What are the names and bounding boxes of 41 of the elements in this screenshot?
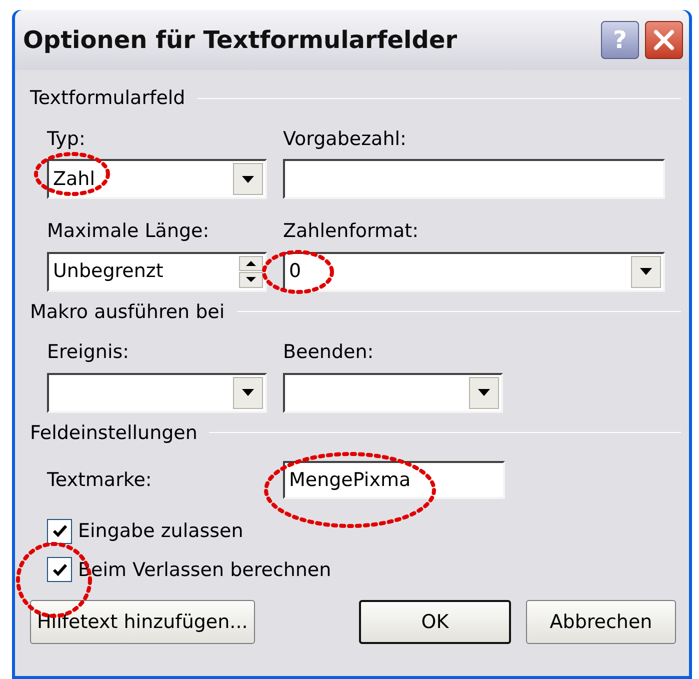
spin-up-button[interactable] xyxy=(239,256,263,271)
dropdown-button[interactable] xyxy=(233,163,263,195)
caret-down-icon xyxy=(242,176,254,182)
check-icon xyxy=(52,562,68,577)
caret-up-icon xyxy=(246,260,256,266)
check-icon xyxy=(52,524,68,538)
dropdown-button[interactable] xyxy=(233,376,263,408)
caret-down-icon xyxy=(242,389,254,396)
dialog-button[interactable]: Abbrechen xyxy=(526,600,676,644)
field-label: Maximale Länge: xyxy=(47,219,210,244)
spin-down-button[interactable] xyxy=(239,272,263,288)
text-field[interactable]: MengePixma xyxy=(283,461,505,499)
close-icon xyxy=(653,29,675,51)
field-label: Typ: xyxy=(47,126,86,152)
text-field[interactable] xyxy=(283,159,665,199)
combo-box[interactable] xyxy=(283,372,503,412)
field-label: Ereignis: xyxy=(47,340,130,365)
checkbox[interactable] xyxy=(47,518,72,544)
combo-box[interactable]: Zahl xyxy=(47,159,267,199)
field-label: Beenden: xyxy=(283,340,374,365)
combo-box[interactable] xyxy=(47,372,267,412)
window-title: Optionen für Textformularfelder xyxy=(23,25,458,56)
dropdown-button[interactable] xyxy=(631,256,661,288)
group-title: Textformularfeld xyxy=(30,86,186,111)
combo-box[interactable]: 0 xyxy=(283,252,665,292)
spin-field[interactable]: Unbegrenzt xyxy=(47,252,267,292)
caret-down-icon xyxy=(478,389,490,396)
field-label: Zahlenformat: xyxy=(283,219,419,244)
dialog-button[interactable]: OK xyxy=(359,600,511,644)
field-label: Textmarke: xyxy=(47,468,153,493)
group-title: Makro ausführen bei xyxy=(30,300,225,324)
checkbox[interactable] xyxy=(47,557,72,582)
dropdown-button[interactable] xyxy=(469,376,499,408)
caret-down-icon xyxy=(640,268,652,275)
close-button[interactable] xyxy=(645,21,683,59)
dialog-button[interactable]: Hilfetext hinzufügen... xyxy=(30,600,255,644)
annotation-circle xyxy=(262,250,334,294)
field-label: Vorgabezahl: xyxy=(283,126,406,152)
group-title: Feldeinstellungen xyxy=(30,420,198,446)
checkbox-label: Eingabe zulassen xyxy=(78,519,244,544)
caret-down-icon xyxy=(246,277,256,282)
